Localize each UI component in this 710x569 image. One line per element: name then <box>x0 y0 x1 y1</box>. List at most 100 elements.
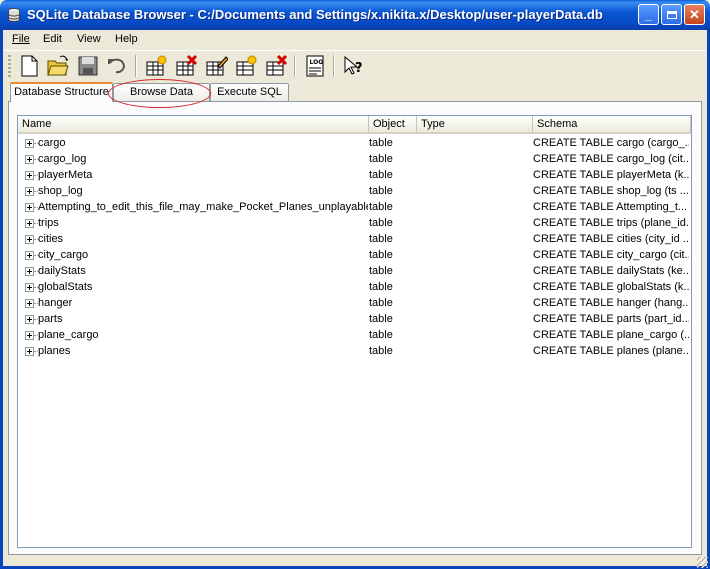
minimize-button[interactable]: _ <box>638 4 659 25</box>
expand-plus-icon[interactable] <box>25 139 34 148</box>
whats-this-icon[interactable]: ? <box>342 54 366 78</box>
row-schema: CREATE TABLE parts (part_id... <box>533 313 689 325</box>
row-name: cities <box>38 233 64 245</box>
maximize-button[interactable] <box>661 4 682 25</box>
row-name: shop_log <box>38 185 83 197</box>
row-object: table <box>369 329 393 341</box>
row-schema: CREATE TABLE playerMeta (k... <box>533 169 689 181</box>
toolbar-grip[interactable] <box>8 55 11 77</box>
table-row[interactable]: globalStats table CREATE TABLE globalStats… <box>18 280 691 296</box>
column-header-schema[interactable]: Schema <box>533 116 691 134</box>
delete-index-icon[interactable] <box>264 54 288 78</box>
row-schema: CREATE TABLE hanger (hang... <box>533 297 689 309</box>
menu-file[interactable]: File <box>12 33 30 45</box>
menu-view[interactable]: View <box>77 33 101 45</box>
row-name: Attempting_to_edit_this_file_may_make_Po… <box>38 201 368 213</box>
tab-execute-sql[interactable]: Execute SQL <box>210 83 289 101</box>
row-schema: CREATE TABLE cities (city_id ... <box>533 233 689 245</box>
status-bar <box>0 556 710 569</box>
row-name: playerMeta <box>38 169 93 181</box>
maximize-icon <box>666 11 677 19</box>
expand-plus-icon[interactable] <box>25 203 34 212</box>
row-name: trips <box>38 217 59 229</box>
close-button[interactable]: ✕ <box>684 4 705 25</box>
table-row[interactable]: playerMeta table CREATE TABLE playerMeta (… <box>18 168 691 184</box>
row-object: table <box>369 201 393 213</box>
menu-edit[interactable]: Edit <box>43 33 62 45</box>
row-name: plane_cargo <box>38 329 99 341</box>
expand-plus-icon[interactable] <box>25 267 34 276</box>
expand-plus-icon[interactable] <box>25 283 34 292</box>
row-schema: CREATE TABLE planes (plane... <box>533 345 689 357</box>
table-row[interactable]: trips table CREATE TABLE trips (plane_id..… <box>18 216 691 232</box>
open-database-icon[interactable] <box>46 54 70 78</box>
save-database-icon[interactable] <box>76 54 100 78</box>
row-name: dailyStats <box>38 265 86 277</box>
expand-plus-icon[interactable] <box>25 235 34 244</box>
table-row[interactable]: hanger table CREATE TABLE hanger (hang... <box>18 296 691 312</box>
tab-browse-data[interactable]: Browse Data <box>113 83 210 101</box>
expand-plus-icon[interactable] <box>25 219 34 228</box>
row-schema: CREATE TABLE cargo (cargo_... <box>533 137 689 149</box>
table-row[interactable]: cargo_log table CREATE TABLE cargo_log (ci… <box>18 152 691 168</box>
menu-bar: File Edit View Help <box>4 31 706 49</box>
toolbar-separator <box>135 55 137 77</box>
row-schema: CREATE TABLE globalStats (k... <box>533 281 689 293</box>
row-object: table <box>369 169 393 181</box>
expand-plus-icon[interactable] <box>25 155 34 164</box>
expand-plus-icon[interactable] <box>25 347 34 356</box>
row-object: table <box>369 281 393 293</box>
column-header-object[interactable]: Object <box>369 116 417 134</box>
row-object: table <box>369 137 393 149</box>
table-row[interactable]: city_cargo table CREATE TABLE city_cargo (… <box>18 248 691 264</box>
expand-plus-icon[interactable] <box>25 315 34 324</box>
resize-grip[interactable] <box>697 557 708 568</box>
table-row[interactable]: plane_cargo table CREATE TABLE plane_cargo… <box>18 328 691 344</box>
row-schema: CREATE TABLE shop_log (ts ... <box>533 185 689 197</box>
row-name: parts <box>38 313 63 325</box>
modify-table-icon[interactable] <box>204 54 229 78</box>
row-object: table <box>369 185 393 197</box>
toolbar-separator <box>333 55 335 77</box>
svg-text:?: ? <box>355 61 363 76</box>
menu-help[interactable]: Help <box>115 33 138 45</box>
table-row[interactable]: shop_log table CREATE TABLE shop_log (ts .… <box>18 184 691 200</box>
column-header-name[interactable]: Name <box>18 116 369 134</box>
expand-plus-icon[interactable] <box>25 171 34 180</box>
row-schema: CREATE TABLE dailyStats (ke... <box>533 265 689 277</box>
row-object: table <box>369 249 393 261</box>
delete-table-icon[interactable] <box>174 54 198 78</box>
table-row[interactable]: parts table CREATE TABLE parts (part_id... <box>18 312 691 328</box>
column-header-type[interactable]: Type <box>417 116 533 134</box>
table-row[interactable]: Attempting_to_edit_this_file_may_make_Po… <box>18 200 691 216</box>
create-table-icon[interactable] <box>144 54 168 78</box>
undo-icon[interactable] <box>105 54 129 78</box>
row-name: cargo <box>38 137 66 149</box>
expand-plus-icon[interactable] <box>25 331 34 340</box>
expand-plus-icon[interactable] <box>25 299 34 308</box>
table-row[interactable]: cargo table CREATE TABLE cargo (cargo_... <box>18 136 691 152</box>
sql-log-icon[interactable]: LOG <box>303 54 327 78</box>
row-name: city_cargo <box>38 249 89 261</box>
new-database-icon[interactable] <box>17 54 41 78</box>
toolbar-separator <box>294 55 296 77</box>
row-name: cargo_log <box>38 153 87 165</box>
expand-plus-icon[interactable] <box>25 251 34 260</box>
tab-database-structure[interactable]: Database Structure <box>10 82 113 102</box>
row-object: table <box>369 233 393 245</box>
table-row[interactable]: cities table CREATE TABLE cities (city_id … <box>18 232 691 248</box>
structure-tree-view[interactable]: Name Object Type Schema cargo table CREATE… <box>17 115 692 548</box>
row-object: table <box>369 297 393 309</box>
row-schema: CREATE TABLE trips (plane_id... <box>533 217 689 229</box>
table-row[interactable]: dailyStats table CREATE TABLE dailyStats (… <box>18 264 691 280</box>
svg-text:LOG: LOG <box>310 59 324 66</box>
table-row[interactable]: planes table CREATE TABLE planes (plane... <box>18 344 691 360</box>
database-app-icon[interactable] <box>6 7 22 23</box>
title-bar[interactable]: SQLite Database Browser - C:/Documents a… <box>0 0 710 30</box>
expand-plus-icon[interactable] <box>25 187 34 196</box>
toolbar: LOG ? <box>4 50 706 83</box>
row-object: table <box>369 265 393 277</box>
row-schema: CREATE TABLE city_cargo (cit... <box>533 249 689 261</box>
create-index-icon[interactable] <box>234 54 258 78</box>
window-frame-left <box>0 30 3 569</box>
